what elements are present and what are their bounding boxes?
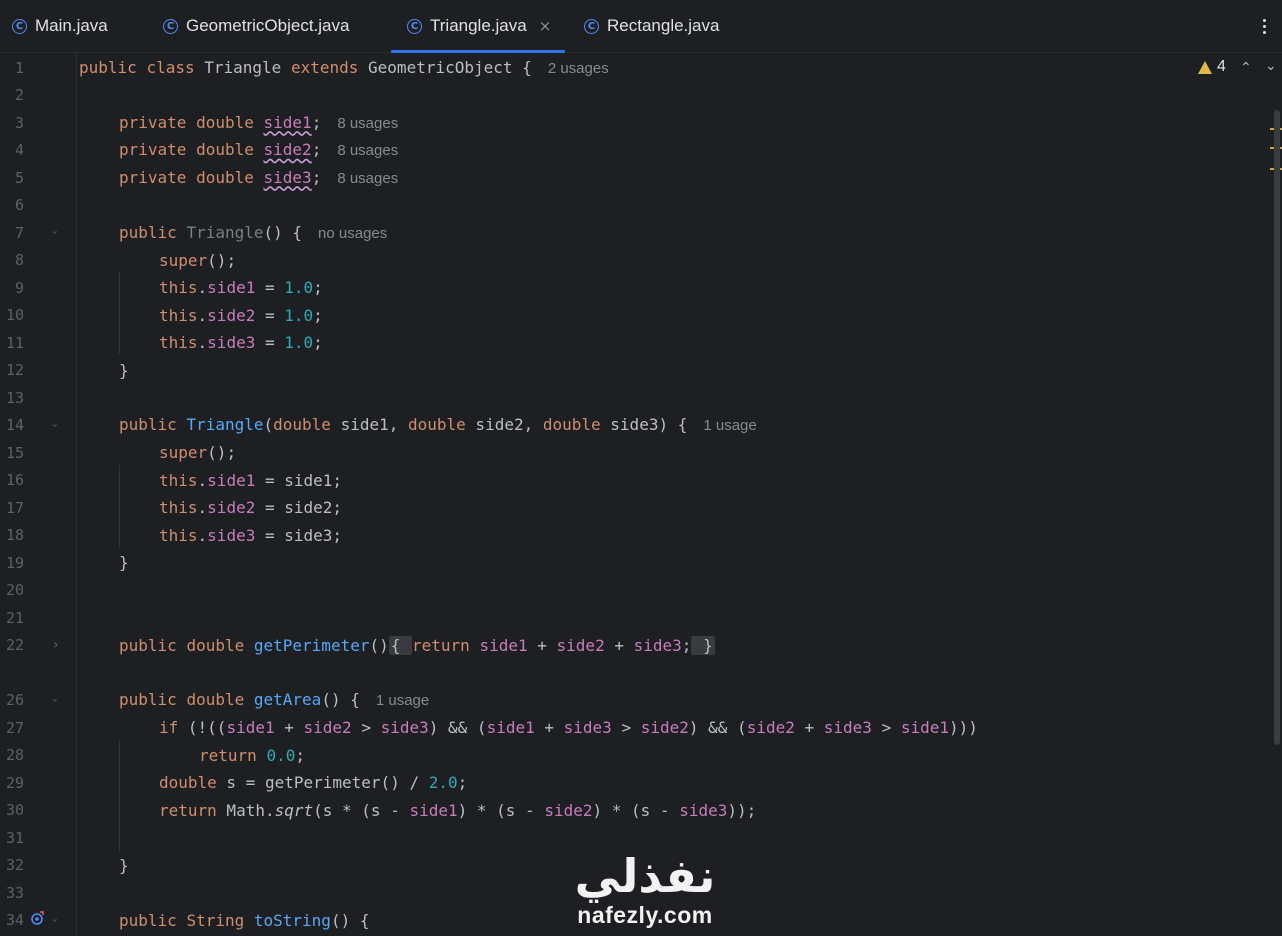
tab-label: Main.java — [35, 16, 108, 35]
code-line: 11 this.side3 = 1.0; — [0, 329, 1270, 357]
more-options-icon[interactable] — [1258, 14, 1270, 38]
code-line: 19 } — [0, 549, 1270, 577]
fold-chevron-icon[interactable]: › — [49, 698, 62, 702]
previous-highlight-icon[interactable]: ⌃ — [1240, 60, 1252, 76]
code-line: 2 — [0, 82, 1270, 110]
usages-hint[interactable]: 1 usage — [376, 692, 429, 709]
line-number: 16 — [5, 471, 24, 490]
code-line: 1 public class Triangle extends Geometri… — [0, 54, 1270, 82]
code-line: 28 return 0.0; — [0, 742, 1270, 770]
line-number: 15 — [5, 443, 24, 462]
line-number: 6 — [14, 196, 24, 215]
editor-tab-bar: C Main.java C GeometricObject.java C Tri… — [0, 0, 1282, 53]
code-line: 29 double s = getPerimeter() / 2.0; — [0, 769, 1270, 797]
folded-region[interactable]: { — [388, 635, 413, 655]
code-line: 31 — [0, 824, 1270, 852]
code-line: 21 — [0, 604, 1270, 632]
tab-rectangle-java[interactable]: C Rectangle.java — [584, 0, 719, 52]
tab-geometricobject-java[interactable]: C GeometricObject.java — [163, 0, 349, 52]
line-number: 13 — [5, 388, 24, 407]
line-number: 1 — [14, 58, 24, 77]
folded-region[interactable]: } — [691, 635, 715, 655]
line-number: 18 — [5, 526, 24, 545]
line-number: 9 — [14, 278, 24, 297]
code-line: 6 — [0, 192, 1270, 220]
line-number: 10 — [5, 306, 24, 325]
warnings-count: 4 — [1217, 58, 1226, 75]
line-number: 34 — [5, 911, 24, 930]
code-line: 20 — [0, 577, 1270, 605]
code-line: 17 this.side2 = side2; — [0, 494, 1270, 522]
code-line: 12 } — [0, 357, 1270, 385]
overrides-method-icon[interactable] — [30, 911, 44, 925]
tab-triangle-java[interactable]: C Triangle.java × — [391, 0, 566, 53]
code-line: 26 › public double getArea() {1 usage — [0, 687, 1270, 715]
code-line: 13 — [0, 384, 1270, 412]
line-number: 21 — [5, 608, 24, 627]
line-number: 4 — [14, 141, 24, 160]
code-line: 5 private double side3; 8 usages — [0, 164, 1270, 192]
line-number: 27 — [5, 718, 24, 737]
code-line: 30 return Math.sqrt(s * (s - side1) * (s… — [0, 797, 1270, 825]
line-number: 2 — [14, 86, 24, 105]
line-number: 12 — [5, 361, 24, 380]
tab-label: Triangle.java — [430, 16, 527, 35]
code-line: 15 super(); — [0, 439, 1270, 467]
next-highlight-icon[interactable]: ⌄ — [1265, 58, 1277, 74]
tab-label: GeometricObject.java — [186, 16, 350, 35]
code-line: 16 this.side1 = side1; — [0, 467, 1270, 495]
warnings-indicator[interactable]: 4 — [1198, 58, 1226, 76]
usages-hint[interactable]: 8 usages — [337, 142, 398, 159]
code-line: 7 › public Triangle() {no usages — [0, 219, 1270, 247]
line-number: 29 — [5, 773, 24, 792]
line-number: 17 — [5, 498, 24, 517]
watermark-latin: nafezly.com — [577, 902, 713, 928]
code-line: 10 this.side2 = 1.0; — [0, 302, 1270, 330]
code-line: 27 if (!((side1 + side2 > side3) && (sid… — [0, 714, 1270, 742]
usages-hint[interactable]: 8 usages — [337, 170, 398, 187]
code-line: 18 this.side3 = side3; — [0, 522, 1270, 550]
fold-chevron-icon[interactable]: › — [49, 231, 62, 235]
line-number: 31 — [5, 828, 24, 847]
line-number: 11 — [5, 333, 24, 352]
line-number: 28 — [5, 746, 24, 765]
code-line: 8 super(); — [0, 247, 1270, 275]
code-line: 4 private double side2; 8 usages — [0, 137, 1270, 165]
usages-hint[interactable]: 8 usages — [337, 115, 398, 132]
code-line: 22 › public double getPerimeter(){ retur… — [0, 632, 1270, 660]
vertical-scrollbar[interactable] — [1274, 110, 1280, 745]
line-number: 26 — [5, 691, 24, 710]
close-tab-icon[interactable]: × — [539, 17, 552, 35]
usages-hint[interactable]: no usages — [318, 225, 387, 242]
line-number: 14 — [5, 416, 24, 435]
line-number: 32 — [5, 856, 24, 875]
warning-icon — [1198, 60, 1212, 74]
watermark-arabic: نفذلي — [574, 849, 716, 903]
line-number: 7 — [14, 223, 24, 242]
usages-hint[interactable]: 1 usage — [703, 417, 756, 434]
java-class-icon: C — [407, 18, 422, 34]
fold-chevron-icon[interactable]: › — [49, 423, 62, 427]
line-number: 33 — [5, 883, 24, 902]
watermark-logo: نفذلي nafezly.com — [560, 850, 730, 929]
line-number: 8 — [14, 251, 24, 270]
line-number: 20 — [5, 581, 24, 600]
line-number: 19 — [5, 553, 24, 572]
expand-fold-chevron-icon[interactable]: › — [53, 637, 59, 653]
line-number: 30 — [5, 801, 24, 820]
usages-hint[interactable]: 2 usages — [548, 60, 609, 77]
line-number: 22 — [5, 636, 24, 655]
java-class-icon: C — [12, 18, 27, 34]
java-class-icon: C — [584, 18, 599, 34]
tab-label: Rectangle.java — [607, 16, 720, 35]
code-line: 9 this.side1 = 1.0; — [0, 274, 1270, 302]
line-number: 3 — [14, 113, 24, 132]
line-number: 5 — [14, 168, 24, 187]
java-class-icon: C — [163, 18, 178, 34]
code-line: 14 › public Triangle(double side1, doubl… — [0, 412, 1270, 440]
fold-chevron-icon[interactable]: › — [49, 918, 62, 922]
tab-main-java[interactable]: C Main.java — [12, 0, 108, 52]
code-line: 3 private double side1; 8 usages — [0, 109, 1270, 137]
